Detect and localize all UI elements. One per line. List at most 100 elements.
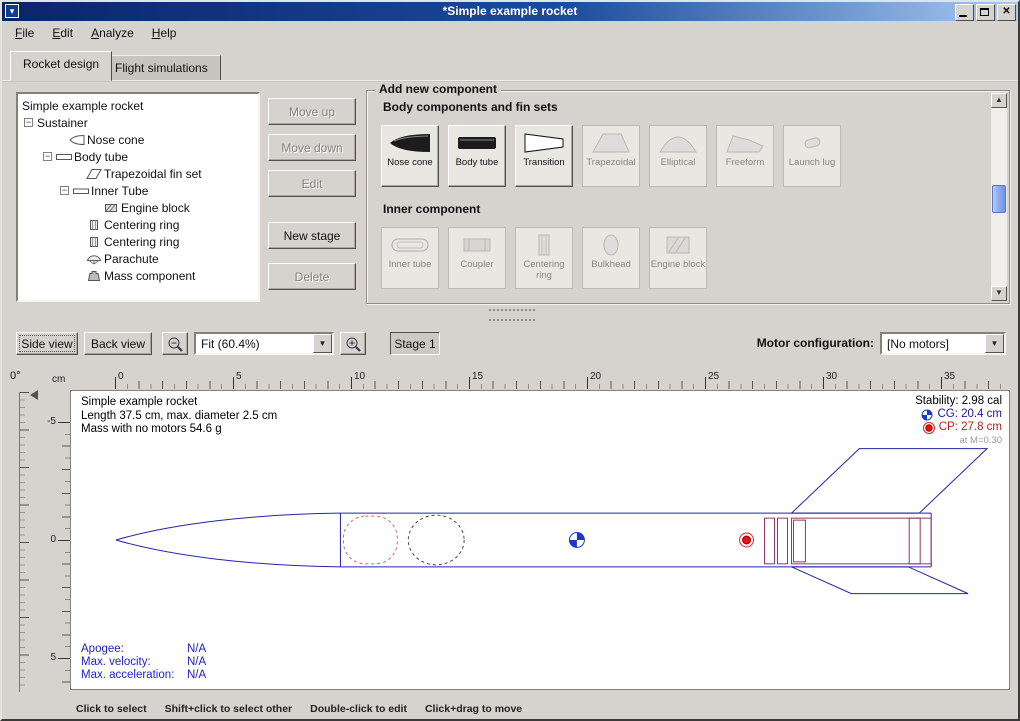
collapse-icon[interactable]: −: [43, 152, 52, 161]
tree-item-engine-block[interactable]: Engine block: [18, 199, 258, 216]
component-button-label: Freeform: [726, 157, 765, 168]
motor-configuration-select[interactable]: [No motors] ▼: [880, 332, 1006, 355]
menu-file[interactable]: File: [6, 23, 43, 43]
scroll-down-icon[interactable]: ▼: [991, 286, 1007, 301]
mach-condition: at M=0.30: [959, 434, 1002, 447]
add-nose-cone-button[interactable]: Nose cone: [381, 125, 439, 187]
window-controls: ✕: [955, 4, 1016, 21]
stability-legend: Stability: 2.98 cal CG: 20.4 cm CP: 27.8…: [915, 395, 1002, 447]
tree-item-parachute[interactable]: Parachute: [18, 250, 258, 267]
tree-item-mass-component[interactable]: Mass component: [18, 267, 258, 284]
maximize-button[interactable]: [976, 4, 995, 21]
add-transition-button[interactable]: Transition: [515, 125, 573, 187]
menu-analyze[interactable]: Analyze: [82, 23, 143, 43]
max-velocity-label: Max. velocity:: [81, 656, 187, 669]
zoom-out-button[interactable]: [162, 332, 188, 355]
component-button-label: Elliptical: [661, 157, 696, 168]
motor-configuration-label: Motor configuration:: [757, 336, 874, 350]
splitter-handle[interactable]: [489, 309, 535, 321]
zoom-in-icon: [344, 335, 362, 353]
tree-item-trapezoidal-fin-set[interactable]: Trapezoidal fin set: [18, 165, 258, 182]
rocket-drawing[interactable]: Simple example rocket Length 37.5 cm, ma…: [70, 390, 1010, 690]
add-body-tube-button[interactable]: Body tube: [448, 125, 506, 187]
tree-item-sustainer[interactable]: − Sustainer: [18, 114, 258, 131]
max-velocity-value: N/A: [187, 656, 206, 669]
bulkhead-icon: [589, 232, 633, 258]
inner-tube-icon: [73, 185, 91, 197]
tree-item-centering-ring-2[interactable]: Centering ring: [18, 233, 258, 250]
zoom-level-select[interactable]: Fit (60.4%) ▼: [194, 332, 334, 355]
add-elliptical-fin-button: Elliptical: [649, 125, 707, 187]
tab-rocket-design[interactable]: Rocket design: [10, 51, 112, 81]
tree-item-label: Centering ring: [104, 235, 179, 249]
rotation-slider[interactable]: [19, 392, 33, 692]
chevron-down-icon[interactable]: ▼: [985, 334, 1004, 353]
inner-tube-icon: [388, 232, 432, 258]
ruler-label: 30: [826, 371, 837, 382]
scrollbar-thumb[interactable]: [992, 185, 1006, 213]
component-button-label: Coupler: [460, 259, 493, 270]
component-scrollbar[interactable]: ▲ ▼: [991, 93, 1007, 301]
tree-item-rocket[interactable]: Simple example rocket: [18, 97, 258, 114]
engine-block-icon: [656, 232, 700, 258]
add-bulkhead-button: Bulkhead: [582, 227, 640, 289]
new-stage-button[interactable]: New stage: [268, 222, 356, 249]
scroll-up-icon[interactable]: ▲: [991, 93, 1007, 108]
component-button-label: Transition: [523, 157, 564, 168]
title-bar[interactable]: ▾ *Simple example rocket ✕: [2, 2, 1018, 21]
ruler-label: 0: [118, 371, 124, 382]
rotation-slider-thumb[interactable]: [30, 390, 38, 400]
zoom-level-value: Fit (60.4%): [196, 337, 313, 351]
menu-help[interactable]: Help: [143, 23, 186, 43]
add-component-group: Add new component Body components and fi…: [366, 90, 1010, 304]
menu-edit-label: dit: [60, 26, 73, 40]
zoom-in-button[interactable]: [340, 332, 366, 355]
component-button-label: Bulkhead: [591, 259, 631, 270]
move-down-button: Move down: [268, 134, 356, 161]
collapse-icon[interactable]: −: [24, 118, 33, 127]
add-coupler-button: Coupler: [448, 227, 506, 289]
ruler-label: 25: [708, 371, 719, 382]
horizontal-ruler: 0 5 10 15 20 25 30 35: [70, 371, 1010, 389]
nose-cone-icon: [69, 134, 87, 146]
tree-item-body-tube[interactable]: − Body tube: [18, 148, 258, 165]
centering-ring-icon: [86, 219, 104, 231]
tree-item-centering-ring-1[interactable]: Centering ring: [18, 216, 258, 233]
delete-button: Delete: [268, 263, 356, 290]
hint-click-select: Click to select: [76, 703, 147, 715]
add-freeform-fin-button: Freeform: [716, 125, 774, 187]
tab-flight-simulations[interactable]: Flight simulations: [102, 55, 221, 81]
back-view-button[interactable]: Back view: [84, 332, 152, 355]
mass-component-icon: [86, 270, 104, 282]
ruler-unit-label: cm: [52, 374, 65, 385]
trapezoidal-fin-icon: [589, 130, 633, 156]
tree-item-inner-tube[interactable]: − Inner Tube: [18, 182, 258, 199]
window-title: *Simple example rocket: [2, 4, 1018, 18]
rotation-value: 0°: [10, 370, 21, 382]
close-button[interactable]: ✕: [997, 4, 1016, 21]
component-button-label: Nose cone: [387, 157, 432, 168]
stage-1-toggle[interactable]: Stage 1: [390, 332, 440, 355]
cg-marker: [569, 533, 584, 548]
tree-item-label: Nose cone: [87, 133, 144, 147]
max-acceleration-label: Max. acceleration:: [81, 669, 187, 682]
minimize-button[interactable]: [955, 4, 974, 21]
side-view-button[interactable]: Side view: [16, 332, 78, 355]
menu-edit[interactable]: Edit: [43, 23, 82, 43]
ruler-label: 35: [944, 371, 955, 382]
ruler-label: 15: [472, 371, 483, 382]
rocket-name: Simple example rocket: [81, 396, 277, 410]
move-up-button: Move up: [268, 98, 356, 125]
motor-configuration-value: [No motors]: [882, 337, 985, 351]
chevron-down-icon[interactable]: ▼: [313, 334, 332, 353]
body-tube-icon: [56, 151, 74, 163]
collapse-icon[interactable]: −: [60, 186, 69, 195]
tree-item-nose-cone[interactable]: Nose cone: [18, 131, 258, 148]
ruler-label: 10: [354, 371, 365, 382]
tree-item-label: Mass component: [104, 269, 195, 283]
add-engine-block-button: Engine block: [649, 227, 707, 289]
add-trapezoidal-fin-button: Trapezoidal: [582, 125, 640, 187]
cp-marker: [740, 533, 754, 547]
transition-icon: [522, 130, 566, 156]
hint-double-click: Double-click to edit: [310, 703, 407, 715]
